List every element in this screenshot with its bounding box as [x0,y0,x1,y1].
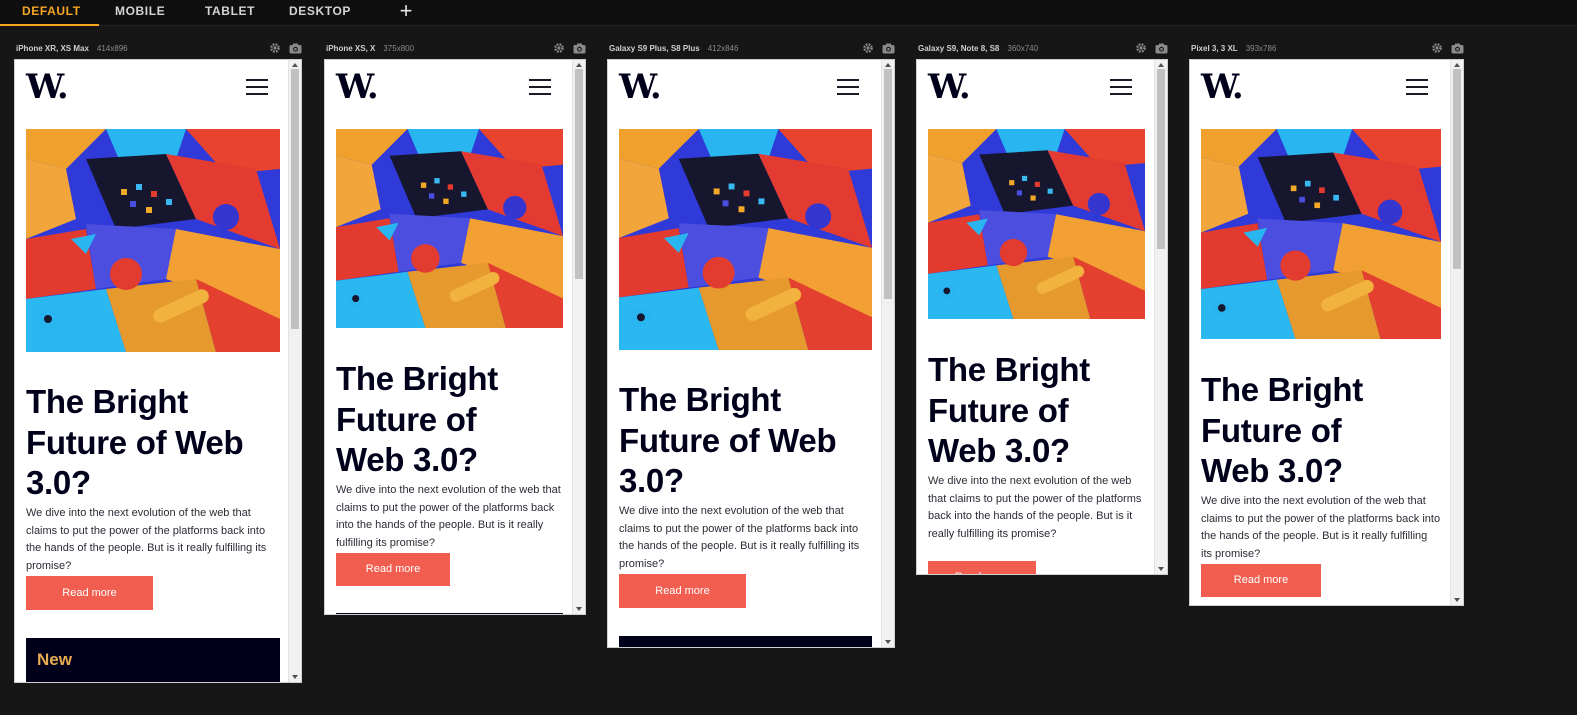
article-headline: The Bright Future of Web 3.0? [619,381,837,499]
device-header: Galaxy S9, Note 8, S8 360x740 [916,41,1168,59]
menu-icon[interactable] [837,79,859,95]
hero-image [336,129,563,328]
device-size: 375x800 [383,44,415,53]
read-more-button[interactable]: Read more [336,553,450,586]
menu-icon[interactable] [529,79,551,95]
article-description: We dive into the next evolution of the w… [336,484,561,549]
menu-icon[interactable] [246,79,268,95]
scroll-thumb[interactable] [884,69,892,299]
device-screen: W. The Bright Future of Web 3.0? We dive… [607,59,895,648]
page-content: W. The Bright Future of Web 3.0? We dive… [15,60,288,682]
tab-tablet[interactable]: TABLET [205,0,255,26]
camera-icon[interactable] [882,43,895,54]
menu-icon[interactable] [1110,79,1132,95]
scroll-thumb[interactable] [575,69,583,279]
featured-section [336,613,563,614]
article-description: We dive into the next evolution of the w… [26,507,267,572]
device-screen: W. The Bright Future of Web 3.0? We dive… [1189,59,1464,606]
device-name: Galaxy S9 Plus, S8 Plus [609,44,700,53]
tab-default[interactable]: DEFAULT [0,0,99,26]
device-preview-galaxy-s9: Galaxy S9, Note 8, S8 360x740 W. The Brig… [916,41,1168,575]
read-more-button[interactable]: Read more [619,574,746,608]
article-description: We dive into the next evolution of the w… [1201,495,1441,560]
device-screen: W. The Bright Future of Web 3.0? We dive… [324,59,586,615]
read-more-button[interactable]: Read more [26,576,153,610]
article-description: We dive into the next evolution of the w… [928,475,1142,540]
device-header: Galaxy S9 Plus, S8 Plus 412x846 [607,41,895,59]
featured-section [619,636,872,647]
hero-image [26,129,280,352]
device-header: iPhone XR, XS Max 414x896 [14,41,302,59]
settings-icon[interactable] [1135,42,1147,54]
featured-section: New [26,638,280,682]
read-more-button[interactable]: Read more [928,561,1036,574]
page-content: W. The Bright Future of Web 3.0? We dive… [917,60,1154,574]
camera-icon[interactable] [1155,43,1168,54]
tab-desktop[interactable]: DESKTOP [289,0,351,26]
device-size: 412x846 [707,44,739,53]
tab-mobile[interactable]: MOBILE [115,0,165,26]
device-preview-pixel-3: Pixel 3, 3 XL 393x786 W. The Bright Futur… [1189,41,1464,606]
article-headline: The Bright Future of Web 3.0? [928,351,1090,469]
scroll-thumb[interactable] [291,69,299,329]
scroll-thumb[interactable] [1453,69,1461,269]
article-headline: The Bright Future of Web 3.0? [1201,371,1363,489]
settings-icon[interactable] [553,42,565,54]
settings-icon[interactable] [269,42,281,54]
device-name: iPhone XR, XS Max [16,44,89,53]
device-preview-galaxy-s9-plus: Galaxy S9 Plus, S8 Plus 412x846 W. The Br… [607,41,895,648]
device-size: 414x896 [96,44,128,53]
article-headline: The Bright Future of Web 3.0? [336,360,498,478]
scroll-thumb[interactable] [1157,69,1165,249]
add-tab-button[interactable]: + [396,0,416,23]
logo[interactable]: W. [619,70,662,104]
scrollbar[interactable] [1450,60,1463,605]
device-screen: W. The Bright Future of Web 3.0? We dive… [14,59,302,683]
page-content: W. The Bright Future of Web 3.0? We dive… [1190,60,1450,605]
logo[interactable]: W. [1201,70,1244,104]
new-label: New [37,650,72,669]
logo[interactable]: W. [928,70,971,104]
device-name: iPhone XS, X [326,44,376,53]
page-content: W. The Bright Future of Web 3.0? We dive… [325,60,572,614]
logo[interactable]: W. [26,70,69,104]
camera-icon[interactable] [1451,43,1464,54]
device-screen: W. The Bright Future of Web 3.0? We dive… [916,59,1168,575]
settings-icon[interactable] [862,42,874,54]
article-headline: The Bright Future of Web 3.0? [26,383,244,501]
device-name: Galaxy S9, Note 8, S8 [918,44,1000,53]
hero-image [1201,129,1441,339]
hero-image [619,129,872,350]
logo[interactable]: W. [336,70,379,104]
read-more-button[interactable]: Read more [1201,564,1321,597]
device-view-tabbar: DEFAULT MOBILE TABLET DESKTOP + [0,0,1577,26]
article-description: We dive into the next evolution of the w… [619,505,860,570]
device-size: 360x740 [1007,44,1039,53]
device-preview-iphone-xs: iPhone XS, X 375x800 W. The Bright Future… [324,41,586,615]
scrollbar[interactable] [572,60,585,614]
camera-icon[interactable] [289,43,302,54]
menu-icon[interactable] [1406,79,1428,95]
scrollbar[interactable] [1154,60,1167,574]
settings-icon[interactable] [1431,42,1443,54]
device-header: Pixel 3, 3 XL 393x786 [1189,41,1464,59]
device-preview-iphone-xr: iPhone XR, XS Max 414x896 W. The Bright F… [14,41,302,683]
hero-image [928,129,1145,319]
device-header: iPhone XS, X 375x800 [324,41,586,59]
device-size: 393x786 [1245,44,1277,53]
scrollbar[interactable] [288,60,301,682]
camera-icon[interactable] [573,43,586,54]
page-content: W. The Bright Future of Web 3.0? We dive… [608,60,881,647]
device-name: Pixel 3, 3 XL [1191,44,1238,53]
scrollbar[interactable] [881,60,894,647]
